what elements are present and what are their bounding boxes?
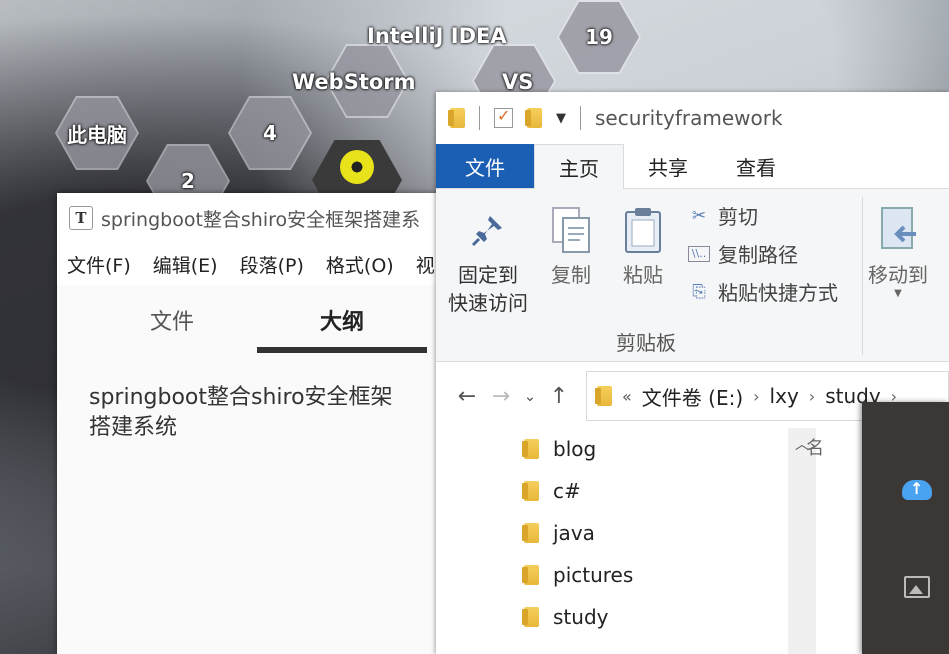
toolbar-divider: [479, 106, 480, 130]
folder-icon: [522, 481, 539, 501]
copy-icon: [549, 205, 593, 255]
hex-count-2-label: 2: [181, 169, 195, 193]
column-header-name[interactable]: 名: [806, 434, 824, 460]
breadcrumb-chevron-icon[interactable]: ›: [753, 387, 759, 406]
pin-icon: [466, 205, 510, 255]
copy-button[interactable]: 复制: [549, 205, 593, 289]
paste-label: 粘贴: [623, 263, 663, 287]
image-icon[interactable]: [904, 576, 930, 598]
breadcrumb-lxy[interactable]: lxy: [770, 384, 799, 408]
hex-count-19-label: 19: [585, 25, 613, 49]
breadcrumb-chevron-icon[interactable]: ›: [809, 387, 815, 406]
intellij-idea-label[interactable]: IntelliJ IDEA: [367, 24, 507, 48]
customize-toolbar-dropdown-icon[interactable]: ▼: [556, 111, 566, 126]
tree-item-label: study: [553, 605, 609, 629]
outline-heading-item[interactable]: springboot整合shiro安全框架搭建系统: [57, 355, 439, 443]
webstorm-label[interactable]: WebStorm: [292, 70, 416, 94]
tree-item-csharp[interactable]: c#: [436, 470, 816, 512]
menu-edit[interactable]: 编辑(E): [153, 251, 218, 278]
tree-scrollbar[interactable]: ︿: [788, 428, 816, 654]
paste-shortcut-icon: ⎘: [692, 281, 706, 302]
cloud-upload-icon[interactable]: [902, 479, 932, 500]
tree-item-label: blog: [553, 437, 597, 461]
paste-shortcut-button[interactable]: ⎘ 粘贴快捷方式: [688, 277, 838, 306]
forward-arrow-icon[interactable]: →: [484, 384, 518, 409]
back-arrow-icon[interactable]: ←: [450, 384, 484, 409]
tab-outline[interactable]: 大纲: [257, 285, 427, 355]
paste-button[interactable]: 粘贴: [621, 205, 665, 289]
folder-icon: [522, 523, 539, 543]
navigation-tree: blog c# java pictures study: [436, 428, 816, 654]
copy-path-label: 复制路径: [718, 243, 798, 267]
tree-item-study[interactable]: study: [436, 596, 816, 638]
pin-label-line2: 快速访问: [448, 291, 528, 315]
copy-label: 复制: [551, 263, 591, 287]
cut-label: 剪切: [718, 205, 758, 229]
tab-files[interactable]: 文件: [87, 285, 257, 355]
menu-file[interactable]: 文件(F): [67, 251, 131, 278]
address-overflow[interactable]: «: [622, 387, 632, 406]
folder-icon: [522, 439, 539, 459]
new-folder-icon[interactable]: [525, 108, 542, 128]
up-arrow-icon[interactable]: ↑: [542, 384, 576, 409]
hex-count-4-label: 4: [263, 121, 277, 145]
ribbon-tab-file[interactable]: 文件: [436, 144, 534, 188]
typora-window: T springboot整合shiro安全框架搭建系 文件(F) 编辑(E) 段…: [57, 193, 457, 654]
move-to-button[interactable]: 移动到 ▼: [868, 205, 928, 299]
cut-button[interactable]: ✂ 剪切: [688, 201, 758, 230]
tree-item-blog[interactable]: blog: [436, 428, 816, 470]
dark-side-panel: [862, 402, 949, 654]
toolbar-divider: [580, 106, 581, 130]
explorer-window-title: securityframework: [595, 106, 783, 130]
typora-titlebar[interactable]: T springboot整合shiro安全框架搭建系: [57, 193, 457, 243]
move-to-icon: [876, 205, 920, 255]
ribbon-tab-bar: 文件 主页 共享 查看: [436, 144, 949, 189]
quick-access-toolbar: ▼ securityframework: [436, 92, 949, 144]
tree-item-label: pictures: [553, 563, 634, 587]
pin-label-line1: 固定到: [458, 263, 518, 287]
typora-window-title: springboot整合shiro安全框架搭建系: [101, 208, 421, 231]
clipboard-paste-icon: [621, 205, 665, 255]
ribbon-tab-view[interactable]: 查看: [712, 144, 800, 188]
typora-menubar: 文件(F) 编辑(E) 段落(P) 格式(O) 视: [57, 243, 457, 285]
ribbon-home-panel: 固定到 快速访问 复制 粘贴 ✂ 剪切 \\.. 复制路径 ⎘ 粘贴快捷方式 剪…: [436, 189, 949, 362]
pin-to-quick-access-button[interactable]: 固定到 快速访问: [448, 205, 528, 317]
vs-label[interactable]: VS: [502, 70, 533, 94]
ribbon-tab-home[interactable]: 主页: [534, 144, 624, 189]
tree-item-java[interactable]: java: [436, 512, 816, 554]
menu-format[interactable]: 格式(O): [326, 251, 394, 278]
hex-this-pc-label: 此电脑: [67, 122, 127, 147]
tree-item-pictures[interactable]: pictures: [436, 554, 816, 596]
menu-view[interactable]: 视: [416, 251, 435, 278]
clipboard-group-label: 剪贴板: [616, 331, 676, 355]
tree-item-label: c#: [553, 479, 581, 503]
address-folder-icon: [595, 386, 612, 406]
scissors-icon: ✂: [691, 205, 707, 226]
paste-shortcut-label: 粘贴快捷方式: [718, 281, 838, 305]
copy-path-icon: \\..: [688, 245, 710, 262]
ribbon-group-divider: [862, 197, 863, 355]
move-to-dropdown-icon: ▼: [894, 288, 902, 299]
properties-check-icon[interactable]: [494, 106, 513, 128]
menu-paragraph[interactable]: 段落(P): [240, 251, 304, 278]
sidebar-tabs: 文件 大纲: [57, 285, 457, 355]
folder-icon: [522, 565, 539, 585]
copy-path-button[interactable]: \\.. 复制路径: [688, 239, 798, 268]
breadcrumb-drive[interactable]: 文件卷 (E:): [642, 382, 743, 411]
folder-icon: [522, 607, 539, 627]
recent-locations-chevron-icon[interactable]: ⌄: [518, 387, 542, 405]
folder-icon: [448, 108, 465, 128]
tree-item-label: java: [553, 521, 595, 545]
typora-app-icon: T: [69, 206, 93, 230]
ribbon-tab-share[interactable]: 共享: [624, 144, 712, 188]
move-to-label: 移动到: [868, 263, 928, 287]
